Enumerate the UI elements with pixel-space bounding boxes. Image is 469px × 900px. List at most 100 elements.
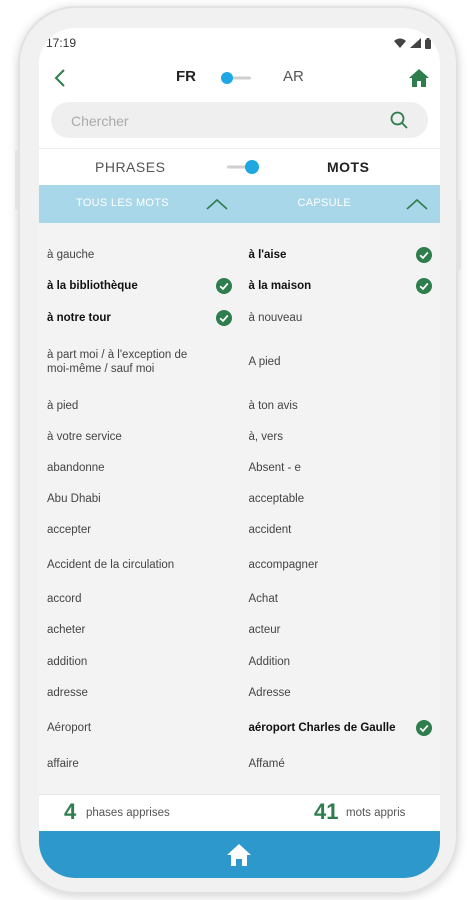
checkmark-icon (416, 720, 432, 736)
word-row: abandonne Absent - e (39, 452, 440, 483)
signal-icon (410, 38, 421, 48)
word-item[interactable]: Achat (240, 584, 441, 614)
word-text: à ton avis (248, 399, 298, 412)
word-item[interactable]: Aéroport (39, 709, 240, 747)
word-item[interactable]: Accident de la circulation (39, 545, 240, 584)
word-item[interactable]: à l'aise (240, 240, 441, 270)
lang-fr-label[interactable]: FR (176, 68, 196, 85)
search-icon[interactable] (390, 111, 408, 129)
word-row: à notre tour à nouveau (39, 302, 440, 333)
word-item[interactable]: Adresse (240, 677, 441, 709)
word-text: à pied (47, 399, 79, 412)
status-icons (394, 37, 431, 49)
checkmark-icon (416, 247, 432, 263)
status-bar: 17:19 (39, 28, 440, 58)
word-row: à part moi / à l'exception de moi-même /… (39, 333, 440, 390)
word-text: à nouveau (248, 311, 303, 324)
checkmark-icon (215, 278, 232, 294)
word-text: à votre service (47, 430, 122, 443)
word-text: abandonne (47, 461, 105, 474)
word-row: acheter acteur (39, 614, 440, 646)
power-button (457, 200, 461, 270)
mode-toggle[interactable] (227, 160, 259, 174)
word-item[interactable]: acceptable (240, 483, 441, 514)
word-item[interactable]: Abu Dhabi (39, 483, 240, 514)
word-item[interactable]: à la bibliothèque (39, 270, 240, 302)
word-text: adresse (47, 687, 88, 699)
word-text: à l'aise (248, 249, 287, 261)
bottom-nav (39, 831, 440, 878)
home-icon[interactable] (408, 67, 430, 89)
word-item[interactable]: aéroport Charles de Gaulle (240, 709, 441, 747)
word-item[interactable]: à, vers (240, 421, 441, 452)
filter-tab-capsule[interactable]: CAPSULE (240, 185, 441, 223)
word-row: accord Achat (39, 584, 440, 614)
word-text: accident (248, 523, 292, 536)
word-list: à gauche à l'aise à la bibliothèque à la ma… (39, 240, 440, 794)
word-item[interactable]: à la maison (240, 270, 441, 302)
word-text: accord (47, 593, 82, 605)
word-text: à, vers (248, 430, 284, 443)
back-arrow-icon[interactable] (53, 67, 67, 89)
word-item[interactable]: accident (240, 514, 441, 545)
top-bar: FR AR (39, 58, 440, 98)
mode-mots-label[interactable]: MOTS (327, 159, 369, 175)
word-row: affaire Affamé (39, 747, 440, 780)
word-item[interactable]: à part moi / à l'exception de moi-même /… (39, 333, 240, 390)
word-item[interactable]: accord (39, 584, 240, 614)
word-item[interactable]: A pied (240, 333, 441, 390)
progress-footer: 4 phases apprises 41 mots appris (39, 794, 440, 832)
word-text: accompagner (248, 558, 319, 571)
word-item[interactable]: Absent - e (240, 452, 441, 483)
word-item[interactable]: à ton avis (240, 390, 441, 421)
word-text: Accident de la circulation (47, 558, 175, 571)
battery-icon (425, 37, 431, 49)
word-item[interactable]: à notre tour (39, 302, 240, 333)
word-item[interactable]: Affamé (240, 747, 441, 780)
word-item[interactable]: à votre service (39, 421, 240, 452)
word-row: Accident de la circulation accompagner (39, 545, 440, 584)
mode-phrases-label[interactable]: PHRASES (95, 159, 165, 175)
word-item[interactable]: accompagner (240, 545, 441, 584)
word-item[interactable]: accepter (39, 514, 240, 545)
word-text: Abu Dhabi (47, 492, 101, 505)
word-row: Aéroport aéroport Charles de Gaulle (39, 709, 440, 747)
language-toggle[interactable] (221, 72, 251, 84)
word-text: Achat (248, 593, 278, 605)
word-item[interactable]: affaire (39, 747, 240, 780)
chevron-up-icon (205, 198, 228, 210)
lang-ar-label[interactable]: AR (283, 68, 304, 85)
word-text: à la bibliothèque (47, 280, 138, 292)
word-item[interactable]: à pied (39, 390, 240, 421)
word-row: addition Addition (39, 646, 440, 677)
word-text: à la maison (248, 280, 312, 292)
word-text: acceptable (248, 492, 305, 505)
filter-tab-all-words[interactable]: TOUS LES MOTS (39, 185, 240, 223)
word-row: à votre service à, vers (39, 421, 440, 452)
phrases-count: 4 (64, 799, 77, 824)
app-screen: 17:19 FR AR PHRASES MOTS TOUS LES MOTS C… (39, 28, 440, 878)
words-label: mots appris (346, 807, 406, 819)
word-text: Addition (248, 655, 291, 668)
filter-capsule-label: CAPSULE (297, 197, 351, 209)
word-item[interactable]: à nouveau (240, 302, 441, 333)
word-item[interactable]: acheter (39, 614, 240, 646)
word-text: Adresse (248, 687, 291, 699)
word-text: acteur (248, 624, 281, 636)
word-text: affaire (47, 757, 79, 770)
checkmark-icon (416, 278, 432, 294)
home-icon[interactable] (226, 843, 252, 867)
word-item[interactable]: addition (39, 646, 240, 677)
search-input[interactable] (69, 102, 373, 140)
filter-all-words-label: TOUS LES MOTS (76, 197, 169, 209)
word-item[interactable]: à gauche (39, 240, 240, 270)
phrases-label: phases apprises (86, 807, 170, 819)
word-text: accepter (47, 523, 92, 536)
word-item[interactable]: abandonne (39, 452, 240, 483)
volume-button (15, 150, 19, 210)
word-item[interactable]: Addition (240, 646, 441, 677)
word-text: acheter (47, 624, 86, 636)
word-row: à la bibliothèque à la maison (39, 270, 440, 302)
word-item[interactable]: adresse (39, 677, 240, 709)
word-item[interactable]: acteur (240, 614, 441, 646)
